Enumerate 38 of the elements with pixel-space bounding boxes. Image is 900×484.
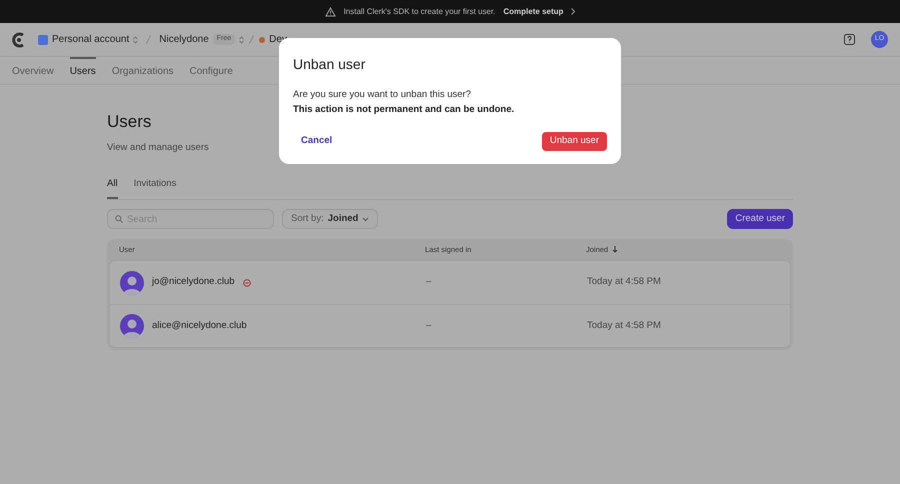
cancel-button[interactable]: Cancel (293, 132, 340, 150)
user-email: jo@nicelydone.club (152, 275, 235, 290)
tab[interactable]: Invitations (134, 176, 176, 199)
banner-text: Install Clerk's SDK to create your first user. (344, 6, 496, 18)
create-user-button[interactable]: Create user (727, 209, 793, 229)
page-title: Users (107, 111, 152, 133)
complete-setup-link[interactable]: Complete setup (503, 6, 564, 18)
up-down-chevron-icon (239, 36, 244, 44)
table-cell-text: Today at 4:58 PM (587, 275, 661, 290)
help-icon[interactable] (844, 34, 855, 45)
search-icon (115, 215, 123, 223)
account-switcher[interactable]: Personal account (38, 32, 138, 47)
page-subtitle: View and manage users (107, 140, 209, 154)
slash-separator-icon (146, 35, 152, 44)
logo-icon (12, 32, 26, 48)
up-down-chevron-icon (133, 36, 138, 44)
chevron-down-icon (362, 216, 370, 222)
sort-dropdown[interactable]: Sort by: Joined (282, 209, 378, 229)
account-icon (38, 34, 48, 44)
arrow-down-icon (612, 246, 618, 253)
table-cell-text: – (426, 275, 432, 290)
avatar-icon (120, 314, 144, 338)
user-email: alice@nicelydone.club (152, 318, 247, 333)
table-cell-text: Today at 4:58 PM (587, 318, 661, 333)
dialog-title: Unban user (293, 55, 366, 74)
app-name[interactable]: Nicelydone (159, 32, 209, 47)
warning-icon (324, 6, 336, 16)
slash-separator-icon (249, 35, 254, 44)
table-cell-text: – (426, 318, 432, 333)
dialog-message: Are you sure you want to unban this user? (293, 88, 472, 102)
tab[interactable]: All (107, 176, 118, 199)
user-row[interactable]: jo@nicelydone.club – Today at 4:58 PM (110, 261, 790, 304)
user-row[interactable]: alice@nicelydone.club – Today at 4:58 PM (110, 304, 790, 347)
nav-tab[interactable]: Users (70, 57, 96, 84)
avatar-icon (120, 270, 144, 294)
dialog-warning: This action is not permanent and can be undone. (293, 103, 516, 118)
unban-user-button[interactable]: Unban user (542, 132, 607, 150)
chevron-right-icon (571, 8, 576, 15)
